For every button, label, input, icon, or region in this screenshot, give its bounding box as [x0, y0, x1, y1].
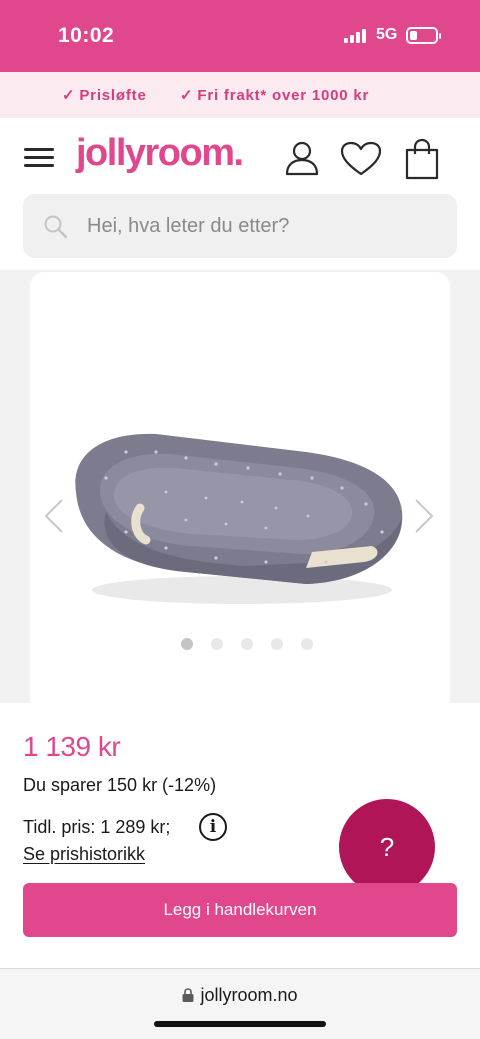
url-display[interactable]: jollyroom.no — [0, 985, 480, 1006]
gallery-dot[interactable] — [181, 638, 193, 650]
gallery-dot[interactable] — [301, 638, 313, 650]
logo[interactable]: jollyroom. — [76, 132, 244, 175]
product-gallery[interactable] — [30, 272, 450, 703]
status-bar: 10:02 5G — [0, 0, 480, 72]
gallery-dot[interactable] — [211, 638, 223, 650]
site-header: jollyroom. — [0, 118, 480, 270]
promo-strip: ✓ Prisløfte ✓ Fri frakt* over 1000 kr — [0, 72, 480, 118]
help-button[interactable]: ? — [339, 799, 435, 895]
product-price: 1 139 kr — [23, 731, 121, 762]
search-input[interactable] — [87, 194, 437, 258]
signal-icon — [344, 29, 370, 43]
info-icon[interactable]: i — [199, 813, 227, 841]
price-history-link[interactable]: Se prishistorikk — [23, 844, 145, 865]
search-box[interactable] — [23, 194, 457, 258]
add-to-cart-button[interactable]: Legg i handlekurven — [23, 883, 457, 937]
product-image[interactable] — [66, 412, 412, 612]
heart-icon[interactable] — [340, 141, 382, 177]
promo-item-free-shipping: ✓ Fri frakt* over 1000 kr — [180, 87, 370, 104]
check-icon: ✓ — [62, 87, 76, 104]
battery-icon — [406, 27, 441, 44]
check-icon: ✓ — [180, 87, 194, 104]
search-icon — [44, 215, 68, 239]
shopping-bag-icon[interactable] — [404, 138, 440, 180]
gallery-dot[interactable] — [271, 638, 283, 650]
menu-icon[interactable] — [24, 148, 54, 168]
browser-url-bar[interactable]: jollyroom.no — [0, 968, 480, 1039]
savings-text: Du sparer 150 kr (-12%) — [23, 775, 217, 795]
chevron-right-icon[interactable] — [412, 498, 436, 534]
account-icon[interactable] — [284, 140, 320, 176]
home-indicator — [154, 1021, 326, 1027]
lock-icon — [182, 988, 194, 1002]
previous-price: Tidl. pris: 1 289 kr; — [23, 817, 171, 837]
status-time: 10:02 — [58, 24, 115, 47]
price-panel: 1 139 kr Du sparer 150 kr (-12%) Tidl. p… — [0, 703, 480, 968]
promo-item-price-promise: ✓ Prisløfte — [62, 87, 147, 104]
chevron-left-icon[interactable] — [42, 498, 66, 534]
url-text: jollyroom.no — [200, 985, 298, 1005]
network-label: 5G — [376, 26, 398, 43]
gallery-dot[interactable] — [241, 638, 253, 650]
